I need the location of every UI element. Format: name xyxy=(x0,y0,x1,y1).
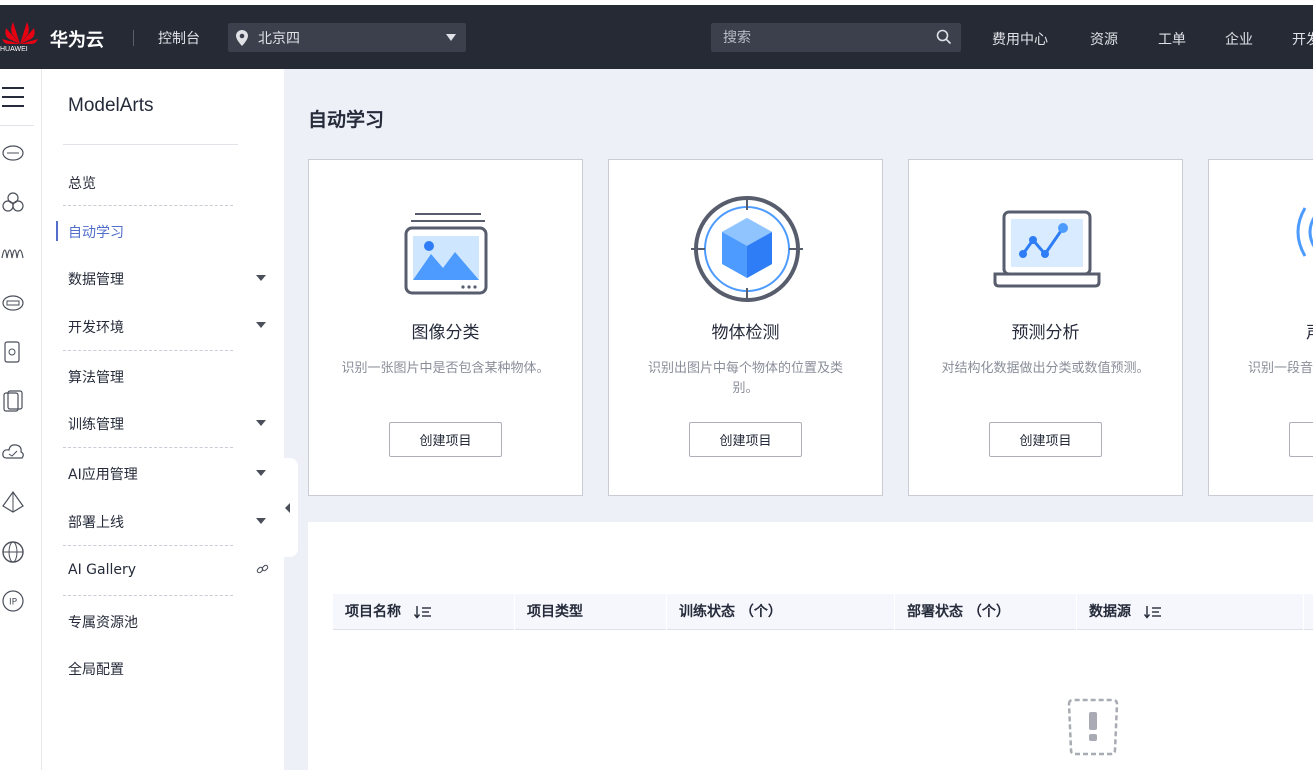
sort-icon[interactable] xyxy=(1143,605,1162,619)
column-header-project-name[interactable]: 项目名称 xyxy=(333,594,432,630)
sort-icon[interactable] xyxy=(413,605,432,619)
chevron-left-icon xyxy=(285,503,290,513)
main-content: 自动学习 图像分类 识别一张图片中是否包含某种物体。 创建项目 物体检测 识别出… xyxy=(284,69,1313,770)
chevron-down-icon[interactable] xyxy=(256,275,266,281)
nav-resources[interactable]: 资源 xyxy=(1090,29,1118,49)
project-list-panel: 项目名称 项目类型 训练状态 （个） 部署状态 （个） 数据源 xyxy=(308,522,1313,770)
sidebar-item-algorithm-management[interactable]: 算法管理 xyxy=(68,367,124,387)
divider xyxy=(63,350,233,351)
cluster-icon[interactable] xyxy=(1,190,25,214)
top-strip xyxy=(0,0,1313,5)
nav-tickets[interactable]: 工单 xyxy=(1158,29,1186,49)
column-header-project-type: 项目类型 xyxy=(527,604,583,620)
cloud-network-icon[interactable] xyxy=(1,440,25,464)
backup-icon[interactable] xyxy=(1,389,25,413)
card-sound-classification: 声 识别一段音 xyxy=(1208,159,1313,496)
object-detection-icon xyxy=(691,196,803,302)
chevron-down-icon[interactable] xyxy=(256,322,266,328)
chevron-down-icon[interactable] xyxy=(256,420,266,426)
empty-data-icon xyxy=(1067,698,1119,756)
chevron-down-icon xyxy=(446,34,456,41)
divider xyxy=(63,205,233,206)
svg-text:IP: IP xyxy=(9,598,18,608)
region-selector[interactable]: 北京四 xyxy=(228,23,466,52)
rail-divider xyxy=(0,125,34,126)
card-title: 声 xyxy=(1306,318,1313,343)
predictive-analysis-icon xyxy=(993,210,1101,288)
card-title: 物体检测 xyxy=(711,323,780,343)
create-project-button[interactable]: 创建项目 xyxy=(989,422,1102,457)
nav-enterprise[interactable]: 企业 xyxy=(1225,29,1253,49)
database-icon[interactable] xyxy=(1,340,25,364)
sidebar-item-ai-gallery[interactable]: AI Gallery xyxy=(68,562,136,578)
location-pin-icon xyxy=(236,30,248,46)
globe-icon[interactable] xyxy=(1,540,25,564)
region-value: 北京四 xyxy=(258,31,300,47)
column-header-training-status: 训练状态 （个） xyxy=(679,604,782,620)
sidebar-item-ai-app-management[interactable]: AI应用管理 xyxy=(68,464,138,484)
chevron-down-icon[interactable] xyxy=(256,470,266,476)
brand-name[interactable]: 华为云 xyxy=(50,26,104,52)
search-icon[interactable] xyxy=(936,29,952,45)
card-object-detection: 物体检测 识别出图片中每个物体的位置及类别。 创建项目 xyxy=(608,159,883,496)
image-classification-icon xyxy=(404,213,488,295)
sound-classification-icon xyxy=(1296,207,1313,257)
title-divider xyxy=(63,144,238,145)
pyramid-icon[interactable] xyxy=(1,490,25,514)
card-description: 识别一张图片中是否包含某种物体。 xyxy=(341,361,550,376)
page-title: 自动学习 xyxy=(308,109,385,131)
card-description: 对结构化数据做出分类或数值预测。 xyxy=(941,361,1150,376)
huawei-logo-icon[interactable] xyxy=(0,14,40,60)
modelarts-sidebar: ModelArts 总览 自动学习 数据管理 开发环境 算法管理 训练管理 AI… xyxy=(43,69,284,770)
sidebar-item-dedicated-pool[interactable]: 专属资源池 xyxy=(68,612,138,632)
divider xyxy=(133,30,134,46)
divider xyxy=(63,545,233,546)
sidebar-collapse-toggle[interactable] xyxy=(281,458,298,557)
chevron-down-icon[interactable] xyxy=(256,518,266,524)
nav-billing-center[interactable]: 费用中心 xyxy=(992,29,1048,49)
sidebar-item-overview[interactable]: 总览 xyxy=(68,173,96,193)
ip-icon[interactable]: IP xyxy=(1,589,25,613)
sidebar-item-auto-learning[interactable]: 自动学习 xyxy=(68,222,124,242)
column-header-data-source[interactable]: 数据源 xyxy=(1077,594,1162,630)
sidebar-item-data-management[interactable]: 数据管理 xyxy=(68,269,124,289)
menu-icon[interactable] xyxy=(2,87,24,114)
cloud-server-icon[interactable] xyxy=(1,141,25,165)
active-indicator xyxy=(56,221,58,241)
search-input[interactable] xyxy=(711,23,961,52)
create-project-button[interactable] xyxy=(1289,422,1313,457)
create-project-button[interactable]: 创建项目 xyxy=(389,422,502,457)
card-title: 图像分类 xyxy=(411,323,480,343)
service-icon-rail: IP xyxy=(0,69,42,770)
logo-wordmark: HUAWEI xyxy=(0,46,28,53)
sidebar-item-training-management[interactable]: 训练管理 xyxy=(68,414,124,434)
column-divider xyxy=(1303,594,1304,630)
card-description: 识别一段音 xyxy=(1248,361,1313,376)
waveform-icon[interactable] xyxy=(1,240,25,264)
divider xyxy=(63,447,233,448)
divider xyxy=(63,595,233,596)
create-project-button[interactable]: 创建项目 xyxy=(689,422,802,457)
top-bar: HUAWEI 华为云 控制台 北京四 费用中心 资源 工单 企业 开发 xyxy=(0,0,1313,69)
sidebar-item-deployment[interactable]: 部署上线 xyxy=(68,512,124,532)
card-description: 识别出图片中每个物体的位置及类别。 xyxy=(647,361,843,396)
link-icon[interactable] xyxy=(256,563,269,576)
card-predictive-analysis: 预测分析 对结构化数据做出分类或数值预测。 创建项目 xyxy=(908,159,1183,496)
column-header-deploy-status: 部署状态 （个） xyxy=(907,604,1010,620)
console-link[interactable]: 控制台 xyxy=(158,28,200,48)
sidebar-item-dev-environment[interactable]: 开发环境 xyxy=(68,317,124,337)
sidebar-item-global-config[interactable]: 全局配置 xyxy=(68,659,124,679)
card-title: 预测分析 xyxy=(1011,323,1080,343)
storage-icon[interactable] xyxy=(1,291,25,315)
card-image-classification: 图像分类 识别一张图片中是否包含某种物体。 创建项目 xyxy=(308,159,583,496)
table-header: 项目名称 项目类型 训练状态 （个） 部署状态 （个） 数据源 xyxy=(333,594,1313,630)
sidebar-title: ModelArts xyxy=(68,95,154,116)
nav-developer[interactable]: 开发 xyxy=(1292,29,1313,49)
